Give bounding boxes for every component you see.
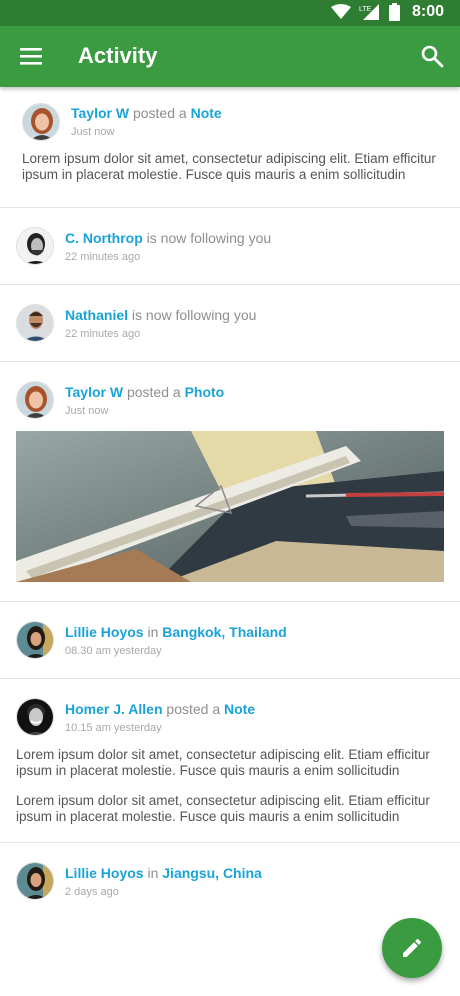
timestamp: 22 minutes ago: [65, 328, 141, 340]
wifi-icon: [330, 4, 351, 19]
user-name-link[interactable]: Lillie Hoyos: [65, 624, 144, 640]
avatar[interactable]: [22, 103, 60, 141]
activity-verb: in: [147, 865, 159, 881]
timestamp: 22 minutes ago: [65, 251, 141, 263]
activity-verb: posted a: [126, 384, 181, 400]
feed-item[interactable]: Lillie Hoyos in Jiangsu, China 2 days ag…: [0, 843, 460, 920]
activity-feed: Taylor W posted a Note Just now Lorem ip…: [0, 87, 460, 920]
battery-icon: [388, 3, 400, 21]
edit-icon: [403, 938, 421, 957]
menu-icon[interactable]: [20, 46, 42, 66]
avatar[interactable]: [16, 227, 54, 265]
note-text: Lorem ipsum dolor sit amet, consectetur …: [22, 151, 436, 182]
note-text: Lorem ipsum dolor sit amet, consectetur …: [16, 747, 430, 778]
feed-item[interactable]: Lillie Hoyos in Bangkok, Thailand 08.30 …: [0, 602, 460, 679]
activity-object-link[interactable]: Note: [191, 105, 222, 121]
timestamp: Just now: [65, 405, 109, 417]
activity-object-link[interactable]: Note: [224, 701, 255, 717]
compose-fab-button[interactable]: [382, 918, 442, 978]
avatar[interactable]: [16, 381, 54, 419]
user-name-link[interactable]: Taylor W: [71, 105, 129, 121]
timestamp: Just now: [71, 126, 115, 138]
location-link[interactable]: Bangkok, Thailand: [162, 624, 286, 640]
status-time: 8:00: [411, 3, 444, 20]
svg-text:LTE: LTE: [359, 6, 372, 13]
activity-verb: is now following you: [131, 307, 257, 323]
feed-item[interactable]: Homer J. Allen posted a Note 10.15 am ye…: [0, 679, 460, 843]
user-name-link[interactable]: C. Northrop: [65, 230, 143, 246]
user-name-link[interactable]: Taylor W: [65, 384, 123, 400]
feed-item[interactable]: C. Northrop is now following you 22 minu…: [0, 208, 460, 285]
feed-item[interactable]: Taylor W posted a Photo Just now: [0, 362, 460, 602]
activity-verb: posted a: [166, 701, 221, 717]
status-bar: LTE 8:00: [0, 0, 460, 26]
location-link[interactable]: Jiangsu, China: [162, 865, 262, 881]
feed-item[interactable]: Nathaniel is now following you 22 minute…: [0, 285, 460, 362]
note-text: Lorem ipsum dolor sit amet, consectetur …: [16, 793, 430, 824]
activity-object-link[interactable]: Photo: [185, 384, 225, 400]
search-icon[interactable]: [420, 44, 444, 68]
timestamp: 10.15 am yesterday: [65, 722, 162, 734]
activity-verb: posted a: [132, 105, 187, 121]
cellular-signal-icon: LTE: [359, 4, 379, 20]
user-name-link[interactable]: Lillie Hoyos: [65, 865, 144, 881]
avatar[interactable]: [16, 304, 54, 342]
avatar[interactable]: [16, 621, 54, 659]
timestamp: 2 days ago: [65, 886, 119, 898]
activity-verb: in: [147, 624, 159, 640]
app-bar: Activity: [0, 26, 460, 87]
avatar[interactable]: [16, 698, 54, 736]
feed-item[interactable]: Taylor W posted a Note Just now Lorem ip…: [0, 87, 460, 208]
timestamp: 08.30 am yesterday: [65, 645, 162, 657]
post-photo[interactable]: [16, 431, 444, 582]
avatar[interactable]: [16, 862, 54, 900]
user-name-link[interactable]: Nathaniel: [65, 307, 128, 323]
user-name-link[interactable]: Homer J. Allen: [65, 701, 163, 717]
activity-verb: is now following you: [146, 230, 272, 246]
page-title: Activity: [78, 43, 158, 68]
